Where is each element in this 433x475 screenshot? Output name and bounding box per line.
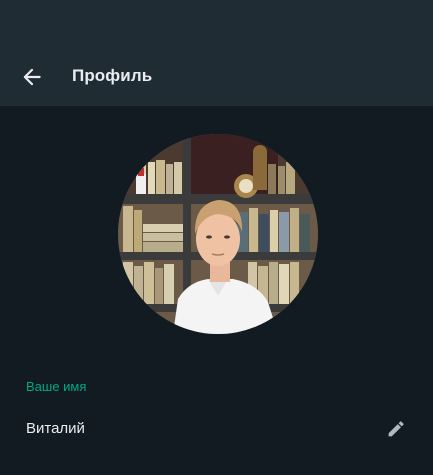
name-label: Ваше имя	[26, 379, 87, 394]
profile-photo	[118, 134, 318, 334]
profile-avatar[interactable]	[118, 134, 318, 334]
arrow-left-icon	[23, 68, 41, 86]
name-value: Виталий	[26, 420, 85, 437]
pencil-icon	[388, 421, 404, 437]
page-title: Профиль	[72, 66, 153, 85]
back-button[interactable]	[19, 64, 45, 90]
edit-name-button[interactable]	[385, 418, 407, 440]
profile-header: Профиль	[0, 0, 433, 106]
